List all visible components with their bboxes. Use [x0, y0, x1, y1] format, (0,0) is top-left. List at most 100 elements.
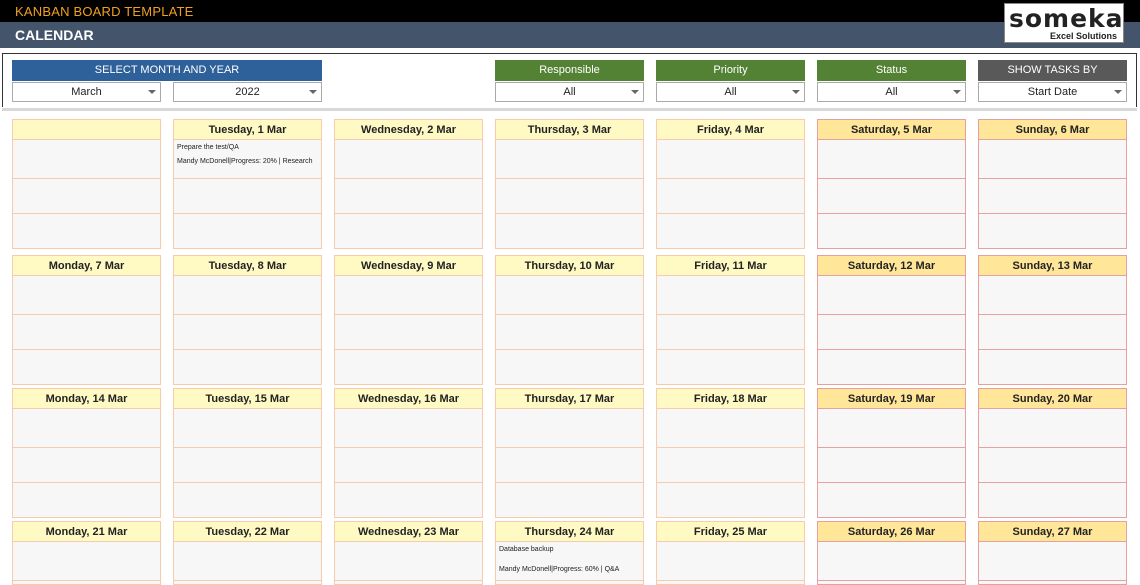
- calendar-day-cell[interactable]: Saturday, 26 Mar: [817, 521, 966, 585]
- task-slot-divider: [335, 349, 482, 350]
- day-header: Saturday, 19 Mar: [817, 388, 966, 409]
- task-slot-divider: [496, 482, 643, 483]
- day-header: Sunday, 20 Mar: [978, 388, 1127, 409]
- calendar-day-cell[interactable]: Friday, 11 Mar: [656, 255, 805, 385]
- chevron-down-icon: [631, 90, 639, 94]
- task-slot-divider: [335, 213, 482, 214]
- month-dropdown[interactable]: March: [12, 82, 161, 102]
- day-header: Tuesday, 22 Mar: [173, 521, 322, 542]
- chevron-down-icon: [792, 90, 800, 94]
- calendar-day-cell[interactable]: Thursday, 10 Mar: [495, 255, 644, 385]
- calendar-day-cell[interactable]: Monday, 7 Mar: [12, 255, 161, 385]
- day-header: Friday, 4 Mar: [656, 119, 805, 140]
- someka-logo[interactable]: someka Excel Solutions: [1004, 3, 1124, 43]
- day-header: Tuesday, 15 Mar: [173, 388, 322, 409]
- calendar-day-cell[interactable]: Monday, 21 Mar: [12, 521, 161, 585]
- task-slot-divider: [174, 447, 321, 448]
- priority-filter: Priority All: [656, 60, 805, 102]
- task-detail: Mandy McDonell|Progress: 20% | Research: [177, 158, 313, 165]
- calendar-day-cell[interactable]: Monday, 14 Mar: [12, 388, 161, 518]
- task-slot-divider: [335, 178, 482, 179]
- task-slot-divider: [657, 482, 804, 483]
- status-value: All: [885, 86, 898, 98]
- calendar-day-cell[interactable]: Sunday, 6 Mar: [978, 119, 1127, 249]
- task-slot-divider: [496, 178, 643, 179]
- task-slot-divider: [818, 580, 965, 581]
- task-slot-divider: [657, 580, 804, 581]
- calendar-day-cell[interactable]: Friday, 4 Mar: [656, 119, 805, 249]
- task-slot-divider: [174, 349, 321, 350]
- calendar-day-cell[interactable]: Thursday, 3 Mar: [495, 119, 644, 249]
- calendar-day-cell[interactable]: [12, 119, 161, 249]
- calendar-day-cell[interactable]: Saturday, 12 Mar: [817, 255, 966, 385]
- year-dropdown[interactable]: 2022: [173, 82, 322, 102]
- task-slot-divider: [13, 447, 160, 448]
- day-header: [12, 119, 161, 140]
- priority-dropdown[interactable]: All: [656, 82, 805, 102]
- calendar-day-cell[interactable]: Friday, 18 Mar: [656, 388, 805, 518]
- day-header: Sunday, 6 Mar: [978, 119, 1127, 140]
- day-header: Monday, 21 Mar: [12, 521, 161, 542]
- task-slot-divider: [335, 580, 482, 581]
- task-slot-divider: [818, 349, 965, 350]
- responsible-value: All: [563, 86, 576, 98]
- task-slot-divider: [496, 349, 643, 350]
- calendar-day-cell[interactable]: Sunday, 13 Mar: [978, 255, 1127, 385]
- priority-value: All: [724, 86, 737, 98]
- responsible-dropdown[interactable]: All: [495, 82, 644, 102]
- month-value: March: [71, 86, 102, 98]
- day-header: Sunday, 27 Mar: [978, 521, 1127, 542]
- task-slot-divider: [174, 213, 321, 214]
- calendar-day-cell[interactable]: Wednesday, 9 Mar: [334, 255, 483, 385]
- task-name[interactable]: Database backup: [499, 545, 639, 554]
- task-name[interactable]: Prepare the test/QA: [177, 143, 317, 152]
- task-slot-divider: [979, 178, 1126, 179]
- task-slot-divider: [13, 349, 160, 350]
- calendar-day-cell[interactable]: Thursday, 17 Mar: [495, 388, 644, 518]
- task-slot-divider: [979, 314, 1126, 315]
- task-slot-divider: [818, 482, 965, 483]
- app-title-bar: KANBAN BOARD TEMPLATE: [0, 0, 1140, 22]
- month-year-label: SELECT MONTH AND YEAR: [12, 60, 322, 81]
- calendar-day-cell[interactable]: Sunday, 20 Mar: [978, 388, 1127, 518]
- chevron-down-icon: [953, 90, 961, 94]
- app-title: KANBAN BOARD TEMPLATE: [15, 4, 194, 19]
- day-header: Friday, 25 Mar: [656, 521, 805, 542]
- calendar-day-cell[interactable]: Tuesday, 8 Mar: [173, 255, 322, 385]
- calendar-day-cell[interactable]: Friday, 25 Mar: [656, 521, 805, 585]
- show-tasks-dropdown[interactable]: Start Date: [978, 82, 1127, 102]
- task-slot-divider: [496, 314, 643, 315]
- day-header: Tuesday, 8 Mar: [173, 255, 322, 276]
- calendar-day-cell[interactable]: Sunday, 27 Mar: [978, 521, 1127, 585]
- status-dropdown[interactable]: All: [817, 82, 966, 102]
- task-slot-divider: [657, 447, 804, 448]
- year-value: 2022: [235, 86, 260, 98]
- calendar-day-cell[interactable]: Wednesday, 2 Mar: [334, 119, 483, 249]
- page-title-bar: CALENDAR: [0, 22, 1140, 48]
- priority-label: Priority: [656, 60, 805, 81]
- day-header: Saturday, 26 Mar: [817, 521, 966, 542]
- task-slot-divider: [335, 314, 482, 315]
- task-slot-divider: [657, 314, 804, 315]
- task-slot-divider: [818, 213, 965, 214]
- chevron-down-icon: [148, 90, 156, 94]
- month-year-filter: SELECT MONTH AND YEAR March 2022: [12, 60, 322, 104]
- calendar-day-cell[interactable]: Saturday, 19 Mar: [817, 388, 966, 518]
- calendar-day-cell[interactable]: Wednesday, 23 Mar: [334, 521, 483, 585]
- task-slot-divider: [13, 314, 160, 315]
- calendar-day-cell[interactable]: Tuesday, 22 Mar: [173, 521, 322, 585]
- day-header: Wednesday, 2 Mar: [334, 119, 483, 140]
- day-header: Wednesday, 16 Mar: [334, 388, 483, 409]
- task-slot-divider: [818, 178, 965, 179]
- task-slot-divider: [818, 314, 965, 315]
- task-slot-divider: [174, 314, 321, 315]
- calendar-day-cell[interactable]: Saturday, 5 Mar: [817, 119, 966, 249]
- calendar-day-cell[interactable]: Tuesday, 15 Mar: [173, 388, 322, 518]
- day-header: Wednesday, 9 Mar: [334, 255, 483, 276]
- divider: [2, 108, 1137, 111]
- day-header: Tuesday, 1 Mar: [173, 119, 322, 140]
- responsible-label: Responsible: [495, 60, 644, 81]
- task-slot-divider: [496, 447, 643, 448]
- calendar-day-cell[interactable]: Wednesday, 16 Mar: [334, 388, 483, 518]
- calendar-day-cell[interactable]: Tuesday, 1 Mar: [173, 119, 322, 249]
